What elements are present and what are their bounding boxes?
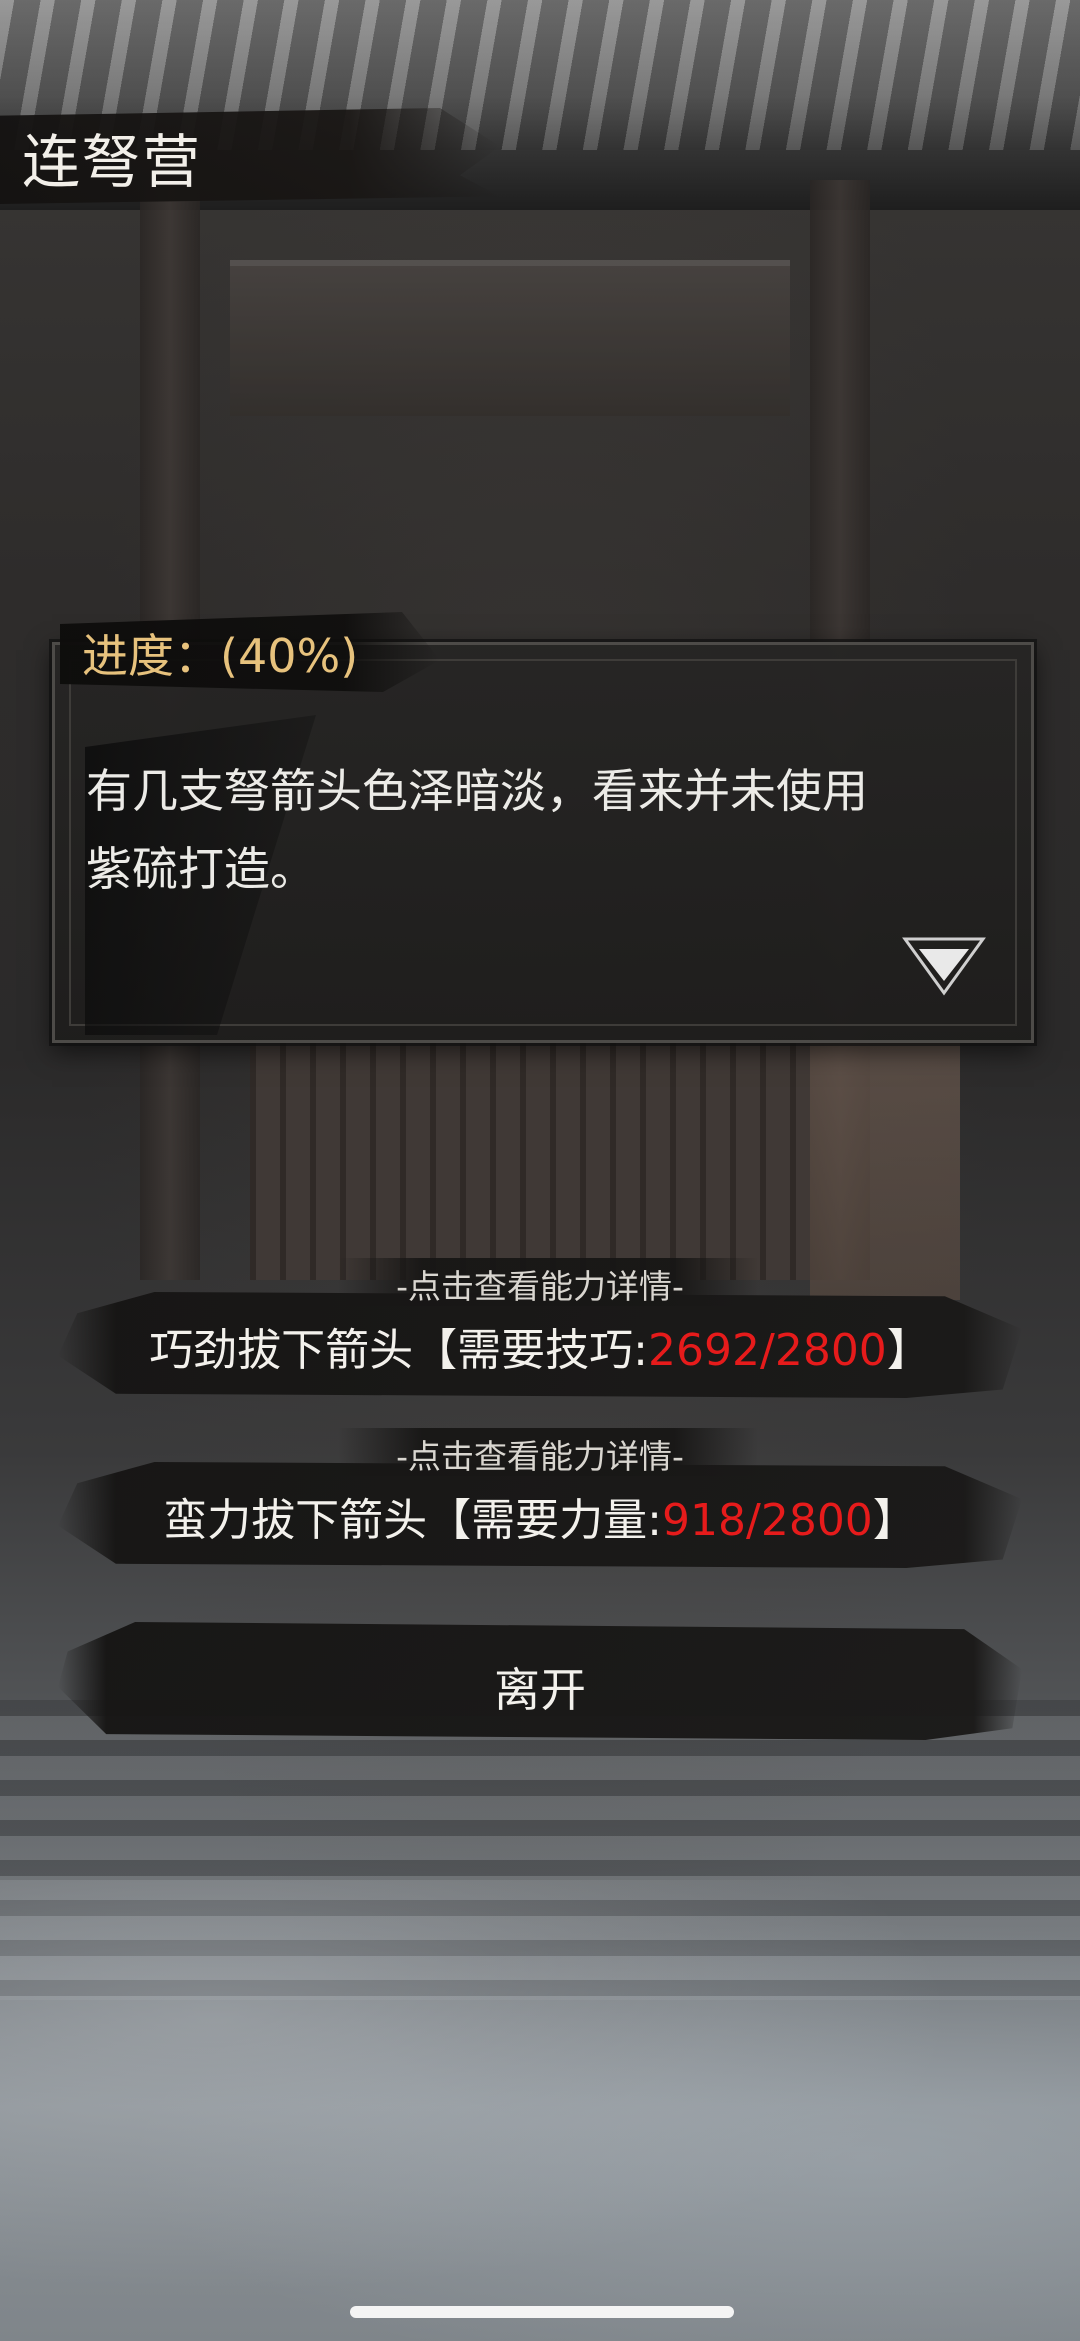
progress-label: 进度：(40%) (82, 629, 359, 683)
option-label-prefix: 巧劲拔下箭头【需要技巧: (149, 1325, 649, 1376)
stat-value-separator: / (760, 1325, 775, 1376)
home-indicator[interactable] (350, 2306, 734, 2318)
option-label-suffix: 】 (886, 1325, 931, 1376)
mist-background (0, 1880, 1080, 2341)
dialog-text-line-1: 有几支弩箭头色泽暗淡，看来并未使用 (86, 764, 868, 818)
stat-value-current: 2692 (648, 1325, 760, 1376)
stat-value-required: 2800 (760, 1495, 873, 1546)
option-strength-button[interactable]: -点击查看能力详情- 蛮力拔下箭头【需要力量:918/2800】 (58, 1428, 1022, 1568)
stat-value-required: 2800 (774, 1325, 887, 1376)
stat-value-current: 918 (662, 1495, 746, 1546)
stat-value-separator: / (746, 1495, 761, 1546)
option-label-suffix: 】 (872, 1495, 917, 1546)
wooden-door-background (250, 1040, 810, 1280)
option-finesse-button[interactable]: -点击查看能力详情- 巧劲拔下箭头【需要技巧:2692/2800】 (58, 1258, 1022, 1398)
leave-button[interactable]: 离开 (58, 1622, 1022, 1740)
option-label: 巧劲拔下箭头【需要技巧:2692/2800】 (58, 1314, 1022, 1378)
option-hint: -点击查看能力详情- (396, 1437, 684, 1476)
game-scene: 连弩营 进度：(40%) 有几支弩箭头色泽暗淡，看来并未使用 紫硫打造。 -点击… (0, 0, 1080, 2341)
option-hint: -点击查看能力详情- (396, 1267, 684, 1306)
dialog-text: 有几支弩箭头色泽暗淡，看来并未使用 紫硫打造。 (86, 752, 966, 908)
option-label-prefix: 蛮力拔下箭头【需要力量: (163, 1495, 663, 1546)
leave-label: 离开 (494, 1663, 586, 1717)
option-label: 蛮力拔下箭头【需要力量:918/2800】 (58, 1484, 1022, 1548)
down-triangle-icon[interactable] (901, 935, 987, 999)
dialog-text-line-2: 紫硫打造。 (86, 842, 316, 896)
location-title: 连弩营 (22, 128, 203, 196)
beam-background (230, 260, 790, 416)
